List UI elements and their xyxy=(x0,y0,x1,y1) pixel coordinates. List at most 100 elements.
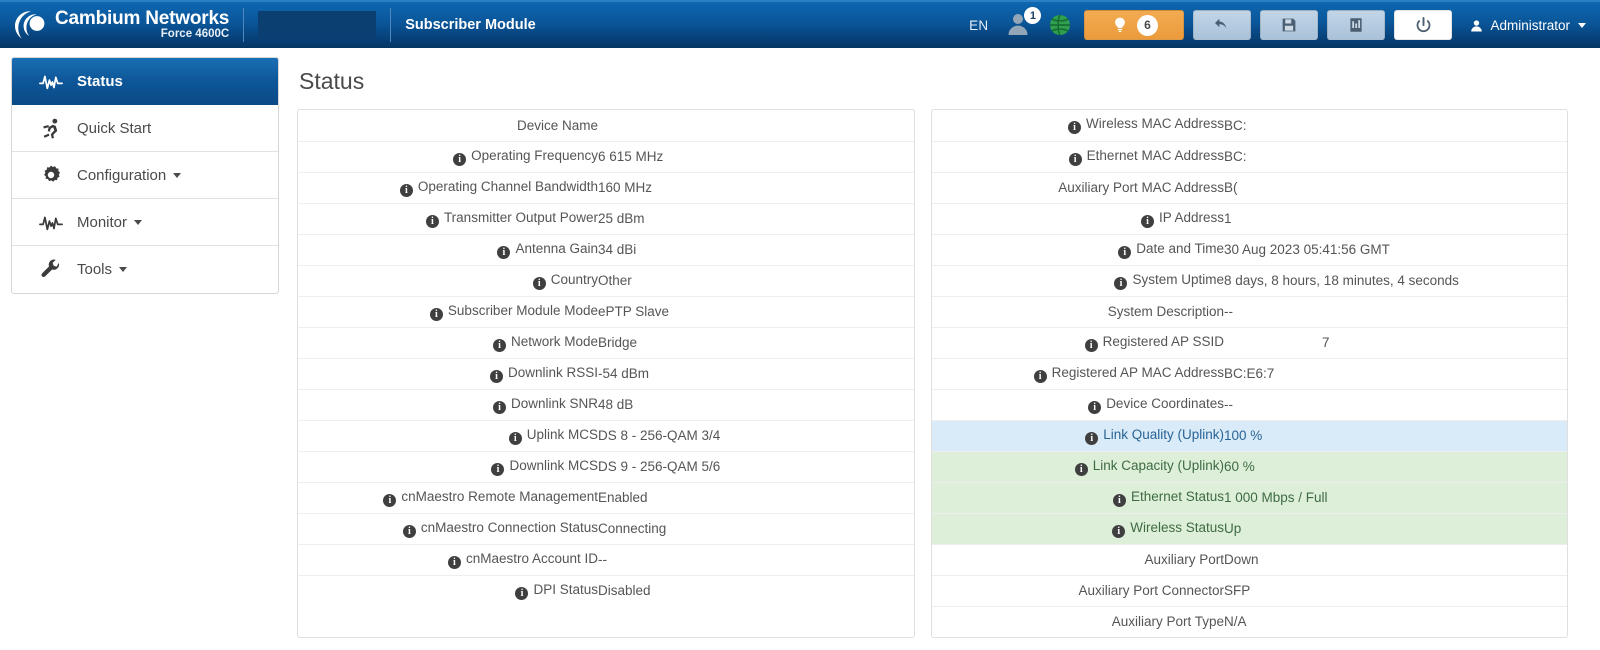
info-icon[interactable]: i xyxy=(400,184,413,197)
table-row: iOperating Frequency6 615 MHz xyxy=(298,141,914,172)
row-label-cell: i Network Mode xyxy=(298,327,598,358)
account-label: Administrator xyxy=(1490,18,1570,33)
info-icon[interactable]: i xyxy=(1085,339,1098,352)
row-label-cell: iTransmitter Output Power xyxy=(298,203,598,234)
account-menu[interactable]: Administrator xyxy=(1469,18,1586,33)
row-label: Link Capacity (Uplink) xyxy=(1093,458,1224,473)
info-icon[interactable]: i xyxy=(1075,463,1088,476)
row-label: Link Quality (Uplink) xyxy=(1103,427,1224,442)
info-icon[interactable]: i xyxy=(533,277,546,290)
row-label: Date and Time xyxy=(1136,241,1224,256)
info-icon[interactable]: i xyxy=(497,246,510,259)
row-value: Disabled xyxy=(598,575,914,606)
chevron-down-icon xyxy=(119,267,127,272)
info-icon[interactable]: i xyxy=(1112,525,1125,538)
table-row: iSubscriber Module ModeePTP Slave xyxy=(298,296,914,327)
table-row: iUplink MCSDS 8 - 256-QAM 3/4 xyxy=(298,420,914,451)
table-row: iDate and Time30 Aug 2023 05:41:56 GMT xyxy=(932,234,1567,265)
info-icon[interactable]: i xyxy=(491,463,504,476)
power-button[interactable] xyxy=(1394,10,1452,40)
info-icon[interactable]: i xyxy=(1114,277,1127,290)
globe-icon[interactable] xyxy=(1048,13,1072,37)
row-label-cell: i Country xyxy=(298,265,598,296)
row-label-cell: iIP Address xyxy=(932,203,1224,234)
table-row: iWireless StatusUp xyxy=(932,513,1567,544)
info-icon[interactable]: i xyxy=(509,432,522,445)
row-value: DS 8 - 256-QAM 3/4 xyxy=(598,420,914,451)
info-icon[interactable]: i xyxy=(1088,401,1101,414)
info-icon[interactable]: i xyxy=(453,153,466,166)
table-row: iAntenna Gain34 dBi xyxy=(298,234,914,265)
connected-users-badge: 1 xyxy=(1024,7,1041,24)
row-value: 8 days, 8 hours, 18 minutes, 4 seconds xyxy=(1224,265,1567,296)
row-label: Auxiliary Port xyxy=(1144,552,1224,567)
table-row: iSystem Uptime8 days, 8 hours, 18 minute… xyxy=(932,265,1567,296)
info-icon[interactable]: i xyxy=(1118,246,1131,259)
save-button[interactable] xyxy=(1260,10,1318,40)
info-icon[interactable]: i xyxy=(1069,153,1082,166)
device-info-table: Device NameiOperating Frequency6 615 MHz… xyxy=(298,110,914,606)
table-row: iEthernet Status1 000 Mbps / Full xyxy=(932,482,1567,513)
info-icon[interactable]: i xyxy=(1034,370,1047,383)
row-value: 60 % xyxy=(1224,451,1567,482)
alerts-button[interactable]: 6 xyxy=(1084,10,1184,40)
row-label-cell: iRegistered AP SSID xyxy=(932,327,1224,358)
row-label: DPI Status xyxy=(533,582,598,597)
row-label-cell: iOperating Frequency xyxy=(298,141,598,172)
sidebar-item-quick-start[interactable]: Quick Start xyxy=(12,105,278,152)
row-label: Auxiliary Port Connector xyxy=(1078,583,1224,598)
row-label-cell: iOperating Channel Bandwidth xyxy=(298,172,598,203)
info-icon[interactable]: i xyxy=(493,401,506,414)
info-icon[interactable]: i xyxy=(1068,121,1081,134)
row-label: Network Mode xyxy=(511,334,598,349)
row-value: Other xyxy=(598,265,914,296)
info-icon[interactable]: i xyxy=(515,587,528,600)
row-label: Country xyxy=(551,272,598,287)
table-row: iTransmitter Output Power25 dBm xyxy=(298,203,914,234)
info-icon[interactable]: i xyxy=(383,494,396,507)
table-row: Device Name xyxy=(298,110,914,141)
info-icon[interactable]: i xyxy=(1113,494,1126,507)
info-icon[interactable]: i xyxy=(426,215,439,228)
table-row: Auxiliary Port ConnectorSFP xyxy=(932,575,1567,606)
info-icon[interactable]: i xyxy=(1085,432,1098,445)
sidebar-item-label: Monitor xyxy=(77,214,127,231)
row-value: -54 dBm xyxy=(598,358,914,389)
info-icon[interactable]: i xyxy=(403,525,416,538)
row-label: cnMaestro Account ID xyxy=(466,551,598,566)
chevron-down-icon xyxy=(1578,23,1586,28)
row-value: -- xyxy=(1224,389,1567,420)
undo-button[interactable] xyxy=(1193,10,1251,40)
row-value: -- xyxy=(598,544,914,575)
row-label-cell: iRegistered AP MAC Address xyxy=(932,358,1224,389)
table-row: iOperating Channel Bandwidth160 MHz xyxy=(298,172,914,203)
table-row: i Link Capacity (Uplink)60 % xyxy=(932,451,1567,482)
connected-users-icon[interactable]: 1 xyxy=(1006,10,1040,40)
info-icon[interactable]: i xyxy=(1141,215,1154,228)
sidebar-item-configuration[interactable]: Configuration xyxy=(12,152,278,199)
sidebar-item-monitor[interactable]: Monitor xyxy=(12,199,278,246)
row-label-cell: Auxiliary Port MAC Address xyxy=(932,172,1224,203)
sidebar-item-status[interactable]: Status xyxy=(12,58,278,105)
brand-name: Cambium Networks xyxy=(55,9,229,28)
row-value xyxy=(598,110,914,141)
row-label-cell: iDownlink MCS xyxy=(298,451,598,482)
info-icon[interactable]: i xyxy=(430,308,443,321)
chevron-down-icon xyxy=(134,220,142,225)
sidebar-item-tools[interactable]: Tools xyxy=(12,246,278,293)
row-value: DS 9 - 256-QAM 5/6 xyxy=(598,451,914,482)
row-label-cell: i Link Quality (Uplink) xyxy=(932,420,1224,451)
table-row: iIP Address1 xyxy=(932,203,1567,234)
export-button[interactable] xyxy=(1327,10,1385,40)
info-icon[interactable]: i xyxy=(448,556,461,569)
info-icon[interactable]: i xyxy=(493,339,506,352)
chevron-down-icon xyxy=(173,173,181,178)
table-row: iNetwork ModeBridge xyxy=(298,327,914,358)
row-label: Wireless Status xyxy=(1130,520,1224,535)
status-panels: Device NameiOperating Frequency6 615 MHz… xyxy=(297,109,1600,638)
row-label-cell: i DPI Status xyxy=(298,575,598,606)
brand-model: Force 4600C xyxy=(55,29,229,41)
language-selector[interactable]: EN xyxy=(969,18,988,33)
info-icon[interactable]: i xyxy=(490,370,503,383)
cambium-logo-icon xyxy=(8,8,48,42)
